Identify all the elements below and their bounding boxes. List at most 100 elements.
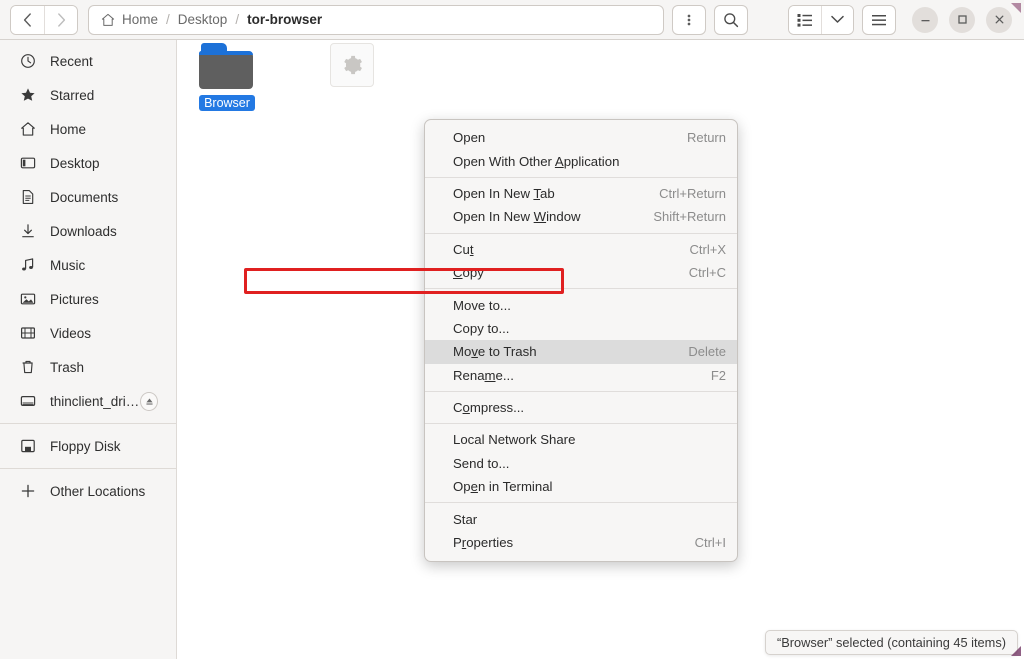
menu-item-star[interactable]: Star [425, 507, 737, 530]
menu-item-compress[interactable]: Compress... [425, 396, 737, 419]
menu-label-open-with-other-application: Open With Other Application [453, 153, 620, 169]
header-left-group: Home / Desktop / tor-browser [6, 4, 748, 35]
menu-item-send-to[interactable]: Send to... [425, 452, 737, 475]
file-item-gear[interactable] [309, 43, 395, 111]
minimize-button[interactable] [912, 6, 938, 33]
forward-button[interactable] [44, 5, 77, 34]
sidebar-label-documents: Documents [50, 189, 119, 205]
sidebar-item-starred[interactable]: Starred [6, 78, 170, 112]
eject-button[interactable] [140, 391, 158, 411]
sidebar-item-documents[interactable]: Documents [6, 180, 170, 214]
sidebar-label-home: Home [50, 121, 87, 137]
breadcrumb-separator-1: / [166, 12, 170, 27]
menu-divider-5 [425, 423, 737, 425]
home-icon [101, 13, 115, 27]
breadcrumb-item-tor-browser[interactable]: tor-browser [247, 12, 322, 27]
menu-label-open-in-new-tab: Open In New Tab [453, 185, 555, 201]
menu-divider-4 [425, 390, 737, 392]
sidebar-label-downloads: Downloads [50, 223, 117, 239]
menu-accel-open-in-new-tab: Ctrl+Return [659, 185, 726, 201]
menu-label-copy-to: Copy to... [453, 320, 510, 336]
menu-label-move-to-trash: Move to Trash [453, 344, 537, 360]
menu-accel-move-to-trash: Delete [688, 344, 726, 360]
sidebar-item-other-locations[interactable]: Other Locations [6, 474, 170, 508]
sidebar-divider-2 [0, 468, 176, 469]
header-right-group [788, 4, 1018, 35]
menu-item-cut[interactable]: Cut Ctrl+X [425, 238, 737, 261]
sidebar-item-recent[interactable]: Recent [6, 44, 170, 78]
menu-accel-properties: Ctrl+I [694, 535, 726, 551]
menu-divider-2 [425, 232, 737, 234]
menu-divider-1 [425, 176, 737, 178]
menu-label-open-in-terminal: Open in Terminal [453, 479, 553, 495]
menu-item-open-in-new-tab[interactable]: Open In New Tab Ctrl+Return [425, 182, 737, 205]
sidebar-item-pictures[interactable]: Pictures [6, 282, 170, 316]
clock-icon [20, 53, 40, 69]
sidebar: Recent Starred Home Desktop Documents Do… [0, 40, 177, 659]
plus-icon [20, 483, 40, 499]
sidebar-label-other-locations: Other Locations [50, 483, 146, 499]
path-options-button[interactable] [672, 4, 706, 35]
status-text: “Browser” selected (containing 45 items) [776, 635, 1006, 650]
sidebar-item-music[interactable]: Music [6, 248, 170, 282]
file-label-gear [347, 104, 357, 106]
menu-item-rename[interactable]: Rename... F2 [425, 364, 737, 387]
sidebar-item-downloads[interactable]: Downloads [6, 214, 170, 248]
menu-item-copy[interactable]: Copy Ctrl+C [425, 261, 737, 284]
desktop-icon [20, 155, 40, 171]
status-bar: “Browser” selected (containing 45 items) [764, 630, 1018, 655]
star-icon [20, 87, 40, 103]
view-mode-group [788, 4, 854, 35]
menu-item-copy-to[interactable]: Copy to... [425, 317, 737, 340]
file-item-browser[interactable]: Browser [184, 43, 270, 116]
menu-item-open-in-terminal[interactable]: Open in Terminal [425, 475, 737, 498]
sidebar-label-thinclient-drives: thinclient_drives [50, 393, 141, 409]
chevron-down-icon[interactable] [821, 5, 853, 34]
video-icon [20, 325, 40, 341]
menu-item-properties[interactable]: Properties Ctrl+I [425, 531, 737, 554]
menu-item-open[interactable]: Open Return [425, 126, 737, 149]
sidebar-item-home[interactable]: Home [6, 112, 170, 146]
sidebar-label-starred: Starred [50, 87, 95, 103]
menu-accel-open: Return [686, 130, 726, 146]
window-controls [912, 6, 1012, 33]
menu-label-compress: Compress... [453, 400, 525, 416]
sidebar-label-desktop: Desktop [50, 155, 100, 171]
list-view-icon[interactable] [789, 5, 821, 34]
sidebar-item-trash[interactable]: Trash [6, 350, 170, 384]
menu-label-star: Star [453, 511, 478, 527]
sidebar-label-pictures: Pictures [50, 291, 99, 307]
menu-accel-rename: F2 [710, 367, 726, 383]
breadcrumb-label-desktop: Desktop [177, 12, 228, 27]
sidebar-label-recent: Recent [50, 53, 93, 69]
file-label-browser: Browser [199, 95, 255, 111]
breadcrumb-item-desktop[interactable]: Desktop [178, 12, 228, 27]
document-icon [20, 189, 40, 205]
maximize-button[interactable] [949, 6, 975, 33]
menu-item-local-network-share[interactable]: Local Network Share [425, 428, 737, 451]
sidebar-label-trash: Trash [50, 359, 85, 375]
music-note-icon [20, 257, 40, 273]
sidebar-item-desktop[interactable]: Desktop [6, 146, 170, 180]
menu-item-move-to[interactable]: Move to... [425, 293, 737, 316]
menu-label-send-to: Send to... [453, 455, 510, 471]
sidebar-item-floppy-disk[interactable]: Floppy Disk [6, 429, 170, 463]
main-menu-icon[interactable] [862, 4, 896, 35]
sidebar-label-videos: Videos [50, 325, 92, 341]
home-icon [20, 121, 40, 137]
menu-item-open-in-new-window[interactable]: Open In New Window Shift+Return [425, 205, 737, 228]
file-list-area[interactable]: Browser Open Return Open With Other Appl… [178, 40, 1024, 659]
breadcrumb-separator-2: / [235, 12, 240, 27]
header-bar: Home / Desktop / tor-browser [0, 0, 1024, 40]
menu-item-move-to-trash[interactable]: Move to Trash Delete [425, 340, 737, 364]
menu-divider-3 [425, 288, 737, 290]
search-button[interactable] [714, 4, 748, 35]
menu-label-cut: Cut [453, 241, 474, 257]
menu-item-open-with-other-application[interactable]: Open With Other Application [425, 149, 737, 172]
close-button[interactable] [986, 6, 1012, 33]
sidebar-item-thinclient-drives[interactable]: thinclient_drives [6, 384, 170, 418]
gear-icon [330, 43, 374, 87]
sidebar-item-videos[interactable]: Videos [6, 316, 170, 350]
back-button[interactable] [11, 5, 44, 34]
breadcrumb-item-home[interactable]: Home [101, 12, 158, 27]
